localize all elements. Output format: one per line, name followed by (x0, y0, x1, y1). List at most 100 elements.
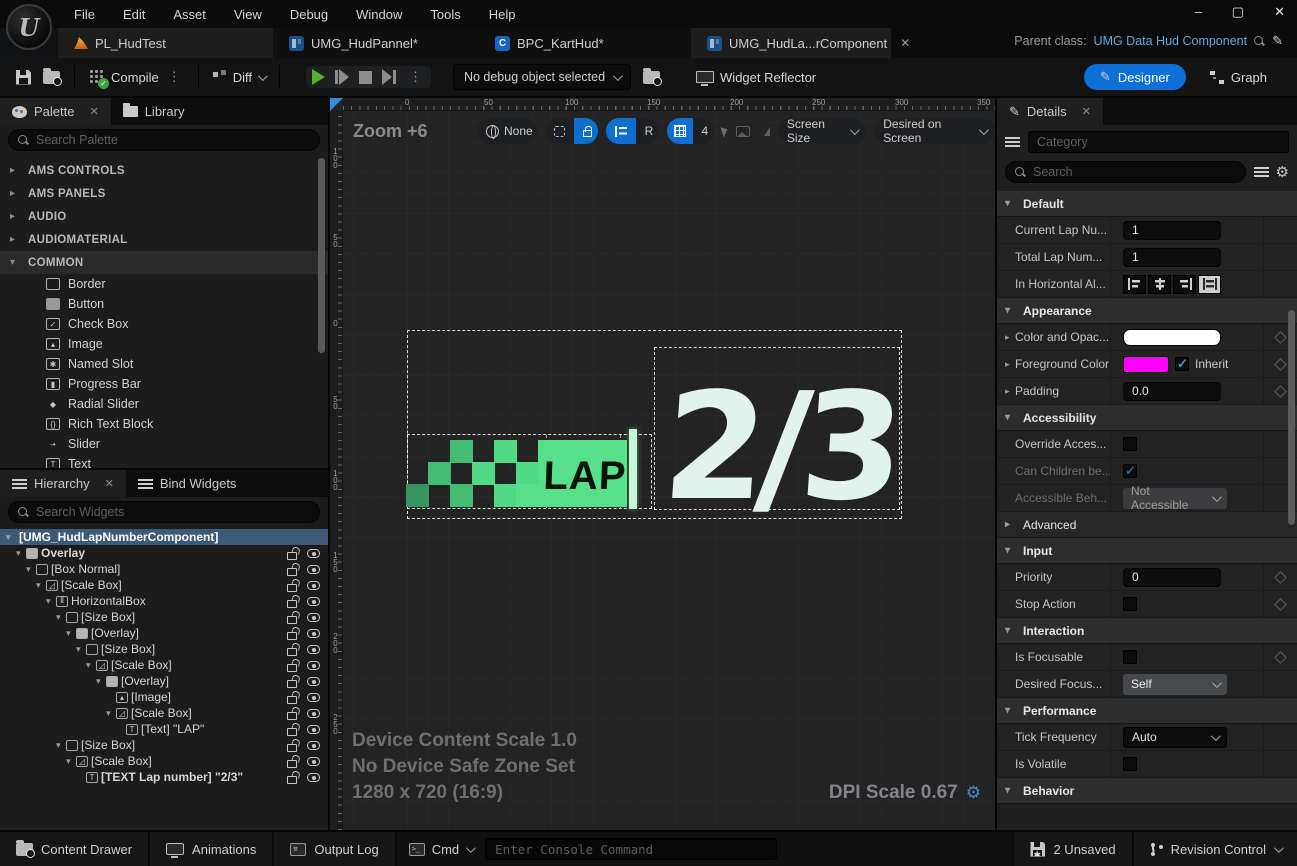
tree-row-box-normal[interactable]: ▾ [Box Normal] (0, 561, 328, 577)
lock-icon[interactable] (287, 728, 297, 736)
lock-icon[interactable] (287, 648, 297, 656)
palette-scrollbar[interactable] (318, 158, 325, 353)
visibility-icon[interactable] (307, 629, 320, 638)
padding-input[interactable] (1123, 382, 1221, 401)
section-input[interactable]: ▾Input (997, 538, 1297, 564)
palette-item-richtextblock[interactable]: {}Rich Text Block (0, 414, 328, 434)
expand-icon[interactable]: ▸ (1005, 359, 1015, 370)
is-volatile-checkbox[interactable] (1123, 757, 1137, 771)
section-appearance[interactable]: ▾Appearance (997, 298, 1297, 324)
hierarchy-search-input[interactable] (36, 505, 310, 519)
tree-row-scale-box[interactable]: ▾◿ [Scale Box] (0, 577, 328, 593)
lock-icon[interactable] (287, 776, 297, 784)
palette-search-input[interactable] (36, 133, 310, 147)
visibility-icon[interactable] (307, 645, 320, 654)
palette-item-namedslot[interactable]: ✱Named Slot (0, 354, 328, 374)
category-audiomaterial[interactable]: ▸ AUDIOMATERIAL (0, 228, 328, 251)
category-ams-controls[interactable]: ▸ AMS CONTROLS (0, 159, 328, 182)
visibility-icon[interactable] (307, 565, 320, 574)
palette-item-progressbar[interactable]: ▮Progress Bar (0, 374, 328, 394)
expand-icon[interactable]: ▸ (1005, 386, 1015, 397)
reset-to-default-icon[interactable] (1274, 358, 1287, 371)
lock-icon[interactable] (287, 600, 297, 608)
expand-icon[interactable]: ▸ (1005, 332, 1015, 343)
visibility-icon[interactable] (307, 677, 320, 686)
section-performance[interactable]: ▾Performance (997, 698, 1297, 724)
tree-row-image[interactable]: ▴ [Image] (0, 689, 328, 705)
visibility-icon[interactable] (307, 757, 320, 766)
lock-icon[interactable] (287, 760, 297, 768)
fill-rule-dropdown[interactable]: Desired on Screen (874, 118, 995, 144)
menu-asset[interactable]: Asset (159, 1, 220, 28)
grid-snap-size[interactable]: 4 (693, 118, 714, 144)
close-icon[interactable]: ✕ (1082, 105, 1091, 118)
dashed-outline-toggle[interactable] (545, 118, 574, 144)
reset-to-default-icon[interactable] (1274, 331, 1287, 344)
compile-options-icon[interactable]: ⋮ (165, 69, 184, 85)
visibility-icon[interactable] (307, 709, 320, 718)
cursor-tool-icon[interactable] (720, 125, 729, 137)
animations-button[interactable]: Animations (150, 832, 274, 866)
tab-bpc-karthud[interactable]: C BPC_KartHud* (479, 28, 691, 58)
tree-row-overlay[interactable]: ▾ Overlay (0, 545, 328, 561)
tree-row-overlay3[interactable]: ▾ [Overlay] (0, 673, 328, 689)
foreground-color-swatch[interactable] (1123, 356, 1169, 373)
tree-row-text-lap[interactable]: T [Text] "LAP" (0, 721, 328, 737)
stop-button[interactable] (359, 71, 372, 84)
reset-to-default-icon[interactable] (1274, 385, 1287, 398)
tree-row-scale-box2[interactable]: ▾◿ [Scale Box] (0, 657, 328, 673)
settings-gear-icon[interactable]: ⚙ (1276, 163, 1289, 181)
browse-button[interactable] (37, 67, 66, 88)
visibility-icon[interactable] (307, 741, 320, 750)
gear-icon[interactable]: ⚙ (966, 783, 981, 803)
section-behavior[interactable]: ▾Behavior (997, 778, 1297, 804)
display-filter-icon[interactable] (1254, 166, 1268, 178)
lock-icon[interactable] (287, 616, 297, 624)
lock-icon[interactable] (287, 680, 297, 688)
lock-icon[interactable] (287, 584, 297, 592)
lock-icon[interactable] (287, 552, 297, 560)
screen-size-dropdown[interactable]: Screen Size (778, 118, 866, 144)
tick-frequency-dropdown[interactable]: Auto (1123, 727, 1227, 748)
console-command-input[interactable] (485, 838, 777, 860)
tab-bind-widgets[interactable]: Bind Widgets (126, 470, 249, 497)
accessible-behavior-dropdown[interactable]: Not Accessible (1123, 488, 1227, 509)
menu-file[interactable]: File (60, 1, 109, 28)
r-toggle[interactable]: R (636, 118, 659, 144)
menu-tools[interactable]: Tools (416, 1, 474, 28)
section-interaction[interactable]: ▾Interaction (997, 618, 1297, 644)
tab-umg-hudpannel[interactable]: UMG_HudPannel* (273, 28, 479, 58)
lock-icon[interactable] (287, 696, 297, 704)
close-icon[interactable]: ✕ (89, 105, 98, 118)
section-advanced[interactable]: ▸Advanced (997, 512, 1297, 538)
tab-close-icon[interactable]: ✕ (900, 36, 910, 50)
unreal-logo-icon[interactable]: U (6, 4, 52, 50)
play-button[interactable] (312, 69, 325, 85)
grid-snap-toggle[interactable] (667, 118, 693, 144)
maximize-button[interactable]: ▢ (1232, 4, 1244, 20)
lock-icon[interactable] (287, 632, 297, 640)
can-children-checkbox[interactable] (1123, 464, 1137, 478)
palette-item-button[interactable]: Button (0, 294, 328, 314)
close-button[interactable]: ✕ (1274, 4, 1285, 20)
tab-umg-hudlapnumbercomponent[interactable]: UMG_HudLa...rComponent ✕ (691, 28, 891, 58)
widget-reflector-button[interactable]: Widget Reflector (690, 66, 822, 89)
palette-item-border[interactable]: Border (0, 274, 328, 294)
tree-row-size-box3[interactable]: ▾ [Size Box] (0, 737, 328, 753)
inherit-checkbox[interactable] (1175, 357, 1189, 371)
output-log-button[interactable]: ≡ Output Log (274, 832, 396, 866)
tree-row-size-box2[interactable]: ▾ [Size Box] (0, 641, 328, 657)
localization-preview-button[interactable]: None (477, 118, 537, 144)
close-icon[interactable]: ✕ (105, 477, 114, 490)
category-field[interactable] (1028, 131, 1289, 153)
visibility-icon[interactable] (307, 693, 320, 702)
color-opacity-swatch[interactable] (1123, 329, 1221, 346)
palette-item-checkbox[interactable]: ✓Check Box (0, 314, 328, 334)
category-common[interactable]: ▾ COMMON (0, 251, 328, 274)
visibility-icon[interactable] (307, 549, 320, 558)
debug-object-dropdown[interactable]: No debug object selected (453, 64, 631, 90)
menu-edit[interactable]: Edit (109, 1, 159, 28)
visibility-icon[interactable] (307, 725, 320, 734)
tree-row-text-lap-number[interactable]: T [TEXT Lap number] "2/3" (0, 769, 328, 785)
visibility-icon[interactable] (307, 661, 320, 670)
